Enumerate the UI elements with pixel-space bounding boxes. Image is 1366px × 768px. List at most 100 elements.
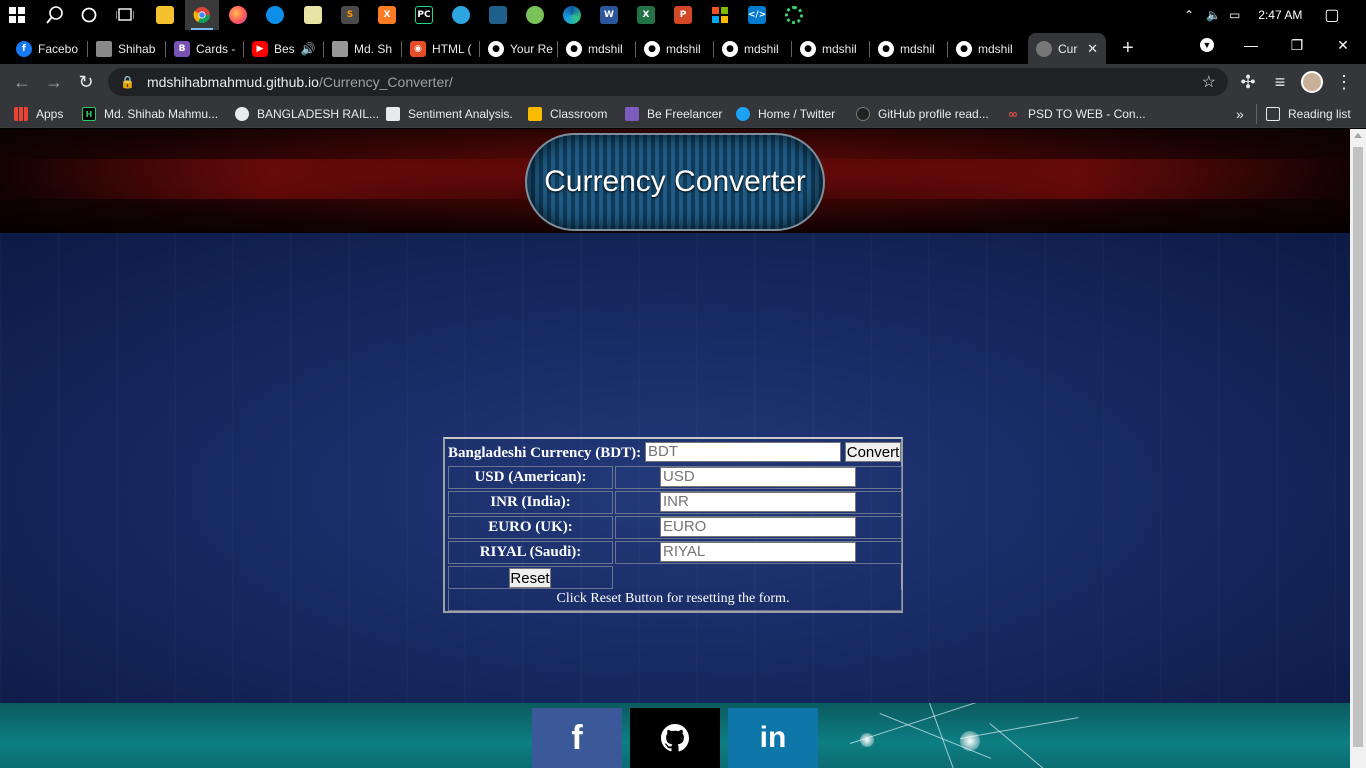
github-icon: ● <box>878 40 894 57</box>
start-icon[interactable] <box>0 0 34 30</box>
firefox-icon[interactable] <box>221 0 255 30</box>
xampp-icon[interactable]: X <box>370 0 404 30</box>
tab-youtube[interactable]: ▶ Bes 🔊 <box>244 33 324 64</box>
tab-search-button[interactable]: ▼ <box>1184 30 1230 60</box>
tab-label: Facebo <box>38 41 79 56</box>
tab-mdshil-3[interactable]: ● mdshil <box>714 33 792 64</box>
riyal-input[interactable]: RIYAL <box>660 542 856 562</box>
telegram-icon[interactable] <box>444 0 478 30</box>
powerpoint-icon[interactable]: P <box>666 0 700 30</box>
bookmark-label: PSD TO WEB - Con... <box>1028 107 1146 121</box>
blend-icon[interactable] <box>481 0 515 30</box>
facebook-link[interactable]: f <box>532 708 622 768</box>
tab-html[interactable]: ◉ HTML ( <box>402 33 480 64</box>
tab-mdshil-1[interactable]: ● mdshil <box>558 33 636 64</box>
globe-icon <box>1036 40 1052 57</box>
clock[interactable]: 2:47 AM <box>1258 8 1302 22</box>
linkedin-link[interactable]: in <box>728 708 818 768</box>
volume-icon[interactable]: 🔈 <box>1206 8 1221 22</box>
github-link[interactable] <box>630 708 720 768</box>
convert-button[interactable]: Convert <box>845 442 901 462</box>
teamviewer-icon[interactable] <box>258 0 292 30</box>
forward-button[interactable]: → <box>40 68 68 96</box>
bootstrap-icon: B <box>174 40 190 57</box>
tab-your-re[interactable]: ● Your Re <box>480 33 558 64</box>
chevron-up-icon[interactable]: ⌃ <box>1184 8 1198 22</box>
extensions-button[interactable]: ✣ <box>1234 68 1262 96</box>
minimize-button[interactable]: — <box>1228 30 1274 60</box>
audio-playing-icon[interactable]: 🔊 <box>301 42 316 56</box>
twitter-icon <box>736 107 750 121</box>
more-bookmarks-button[interactable]: » <box>1236 100 1244 128</box>
minimize-icon: — <box>1244 37 1258 53</box>
avatar <box>1301 71 1323 93</box>
android-icon[interactable] <box>518 0 552 30</box>
tab-mdshil-2[interactable]: ● mdshil <box>636 33 714 64</box>
network-icon[interactable]: ▭ <box>1229 8 1240 22</box>
recorder-icon[interactable] <box>777 0 811 30</box>
bookmark-apps[interactable]: Apps <box>14 100 63 128</box>
usd-input[interactable]: USD <box>660 467 856 487</box>
edge-icon[interactable] <box>555 0 589 30</box>
close-window-button[interactable]: ✕ <box>1320 30 1366 60</box>
apps-icon <box>14 107 28 121</box>
tab-currency-converter[interactable]: Cur ✕ <box>1028 33 1106 64</box>
vscode-icon[interactable]: </> <box>740 0 774 30</box>
bookmark-psd-to-web[interactable]: ∞ PSD TO WEB - Con... <box>1006 100 1146 128</box>
reload-icon: ↻ <box>78 71 94 92</box>
search-icon[interactable] <box>38 0 72 30</box>
bookmark-classroom[interactable]: Classroom <box>528 100 607 128</box>
bookmark-github-profile[interactable]: GitHub profile read... <box>856 100 989 128</box>
network-node <box>960 731 980 751</box>
tab-mdshil-5[interactable]: ● mdshil <box>870 33 948 64</box>
menu-button[interactable]: ⋮ <box>1330 68 1358 96</box>
reset-button[interactable]: Reset <box>509 568 551 588</box>
bookmark-sentiment-analysis[interactable]: Sentiment Analysis. <box>386 100 513 128</box>
tab-md-sh[interactable]: Md. Sh <box>324 33 402 64</box>
url-host: mdshihabmahmud.github.io <box>146 74 319 90</box>
address-bar[interactable]: 🔒 mdshihabmahmud.github.io/Currency_Conv… <box>108 68 1228 96</box>
new-tab-button[interactable]: + <box>1114 33 1144 64</box>
tab-mdshil-6[interactable]: ● mdshil <box>948 33 1026 64</box>
media-control-button[interactable]: ≡ <box>1266 68 1294 96</box>
bookmark-twitter[interactable]: Home / Twitter <box>736 100 835 128</box>
notepad-icon[interactable] <box>296 0 330 30</box>
file-explorer-icon[interactable] <box>148 0 182 30</box>
bookmark-hackerrank[interactable]: H Md. Shihab Mahmu... <box>82 100 218 128</box>
euro-input[interactable]: EURO <box>660 517 856 537</box>
bookmark-be-freelancer[interactable]: Be Freelancer <box>625 100 722 128</box>
bdt-input[interactable]: BDT <box>645 442 841 462</box>
star-icon[interactable]: ☆ <box>1202 72 1216 92</box>
github-icon: ● <box>644 40 660 57</box>
word-icon[interactable]: W <box>592 0 626 30</box>
profile-avatar[interactable] <box>1298 68 1326 96</box>
close-tab-icon[interactable]: ✕ <box>1087 41 1098 57</box>
lock-icon[interactable]: 🔒 <box>120 75 135 89</box>
chrome-icon[interactable] <box>185 0 219 30</box>
inr-input[interactable]: INR <box>660 492 856 512</box>
scroll-up-arrow-icon[interactable] <box>1354 133 1362 138</box>
scrollbar-thumb[interactable] <box>1353 147 1363 747</box>
pycharm-icon[interactable]: PC <box>407 0 441 30</box>
tab-facebook[interactable]: f Facebo <box>8 33 88 64</box>
reading-list-icon <box>1266 107 1280 121</box>
github-icon: ● <box>566 40 582 57</box>
page-scrollbar[interactable] <box>1350 129 1366 768</box>
tab-label: mdshil <box>978 41 1013 56</box>
sublime-icon[interactable]: S <box>333 0 367 30</box>
reload-button[interactable]: ↻ <box>72 68 100 96</box>
tab-cards[interactable]: B Cards - <box>166 33 244 64</box>
task-view-icon[interactable] <box>108 0 142 30</box>
restore-button[interactable]: ❐ <box>1274 30 1320 60</box>
tab-shihab[interactable]: Shihab <box>88 33 166 64</box>
back-button[interactable]: ← <box>8 68 36 96</box>
bookmark-label: GitHub profile read... <box>878 107 989 121</box>
reading-list-button[interactable]: Reading list <box>1266 100 1351 128</box>
tab-label: Your Re <box>510 41 553 56</box>
bookmark-bangladesh-rail[interactable]: BANGLADESH RAIL... <box>235 100 379 128</box>
office-icon[interactable] <box>703 0 737 30</box>
excel-icon[interactable]: X <box>629 0 663 30</box>
tab-mdshil-4[interactable]: ● mdshil <box>792 33 870 64</box>
notification-icon[interactable]: ▢ <box>1324 5 1339 25</box>
cortana-icon[interactable] <box>72 0 106 30</box>
